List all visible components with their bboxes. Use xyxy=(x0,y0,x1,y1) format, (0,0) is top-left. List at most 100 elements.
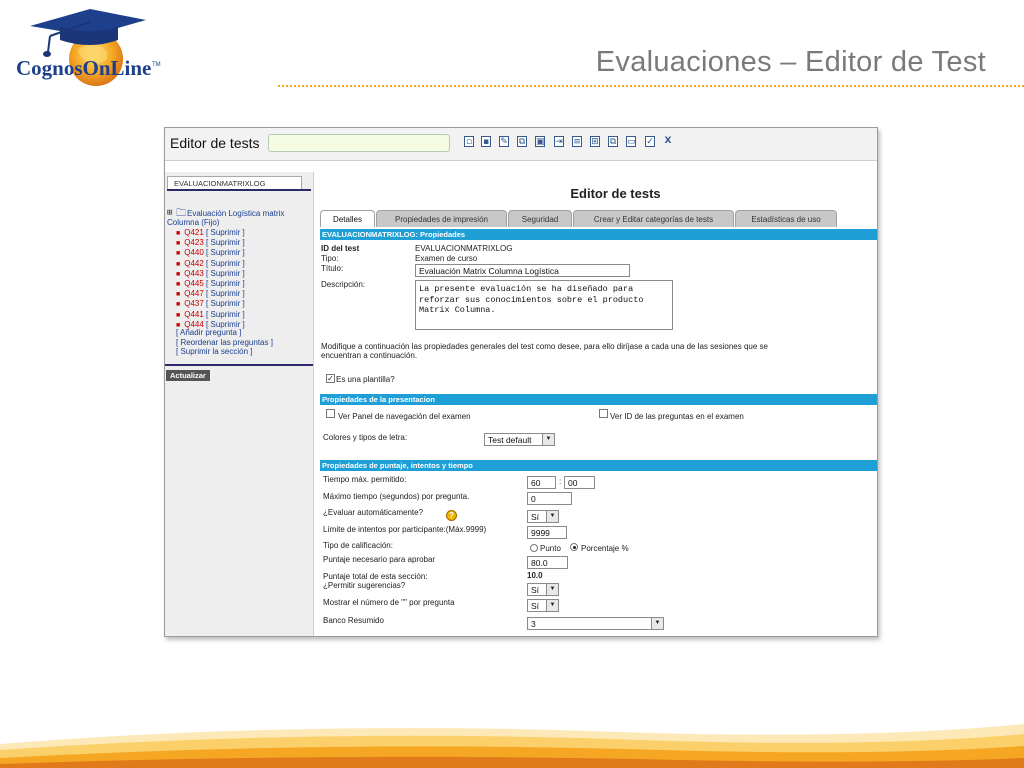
grade-type-label: Tipo de calificación: xyxy=(323,541,393,550)
question-link[interactable]: Q421 xyxy=(184,228,204,237)
duplicate-icon[interactable]: ⧉ xyxy=(608,136,618,147)
max-question-time-input[interactable]: 0 xyxy=(527,492,572,505)
footer-decoration xyxy=(0,724,1024,768)
tab-categories[interactable]: Crear y Editar categorías de tests xyxy=(573,210,734,227)
delete-question-link[interactable]: Suprimir xyxy=(211,248,241,257)
max-time-label: Tiempo máx. permitido: xyxy=(323,475,407,484)
type-label: Tipo: xyxy=(321,254,339,263)
question-link[interactable]: Q447 xyxy=(184,289,204,298)
toolbar: Editor de tests ▫ ▪ ✎ ⧉ ▣ ⇥ ≡ ⊞ ⧉ ▭ ✓ X xyxy=(165,128,877,161)
colors-label: Colores y tipos de letra: xyxy=(323,433,408,442)
question-item: ■ Q437 [ Suprimir ] xyxy=(176,299,245,309)
test-search-input[interactable] xyxy=(268,134,450,152)
grade-point-radio[interactable] xyxy=(530,544,538,552)
type-value: Examen de curso xyxy=(415,254,478,263)
info-text-line-2: encuentran a continuación. xyxy=(321,351,418,360)
edit-icon[interactable]: ✎ xyxy=(499,136,509,147)
chevron-down-icon: ▼ xyxy=(651,618,663,629)
new-doc-icon[interactable]: ▫ xyxy=(464,136,474,147)
show-number-label: Mostrar el número de "" por pregunta xyxy=(323,598,455,607)
check-icon[interactable]: ✓ xyxy=(645,136,655,147)
max-time-seconds-input[interactable]: 00 xyxy=(564,476,595,489)
bracket-close: ] xyxy=(240,248,245,258)
time-separator: : xyxy=(559,477,562,486)
tab-usage-stats[interactable]: Estadísticas de uso xyxy=(735,210,837,227)
description-textarea[interactable]: La presente evaluación se ha diseñado pa… xyxy=(415,280,673,330)
save-icon[interactable]: ▪ xyxy=(481,136,491,147)
delete-question-link[interactable]: Suprimir xyxy=(211,310,241,319)
colors-select-value: Test default xyxy=(488,435,532,445)
question-item: ■ Q445 [ Suprimir ] xyxy=(176,279,245,289)
delete-question-link[interactable]: Suprimir xyxy=(211,228,241,237)
presentation-header: Propiedades de la presentacion xyxy=(320,394,877,405)
info-text-line-1: Modifique a continuación las propiedades… xyxy=(321,342,768,351)
delete-question-link[interactable]: Suprimir xyxy=(211,238,241,247)
delete-question-link[interactable]: Suprimir xyxy=(211,269,241,278)
grade-percent-label: Porcentaje % xyxy=(581,544,629,553)
close-x-icon[interactable]: X xyxy=(663,136,673,147)
question-link[interactable]: Q423 xyxy=(184,238,204,247)
grade-percent-radio[interactable] xyxy=(570,543,578,551)
total-score-value: 10.0 xyxy=(527,571,543,580)
question-link[interactable]: Q445 xyxy=(184,279,204,288)
bracket-close: ] xyxy=(240,279,245,289)
folder-icon[interactable]: ▭ xyxy=(626,136,636,147)
show-ids-checkbox[interactable] xyxy=(599,409,608,418)
pass-score-input[interactable]: 80.0 xyxy=(527,556,568,569)
show-number-select[interactable]: Sí ▼ xyxy=(527,599,559,612)
template-checkbox[interactable]: ✓ xyxy=(326,374,335,383)
document-icon[interactable]: ≡ xyxy=(572,136,582,147)
update-button[interactable]: Actualizar xyxy=(166,370,210,381)
tree-icon[interactable]: ⊞ xyxy=(590,136,600,147)
help-icon[interactable]: ? xyxy=(446,510,457,521)
max-time-minutes-input[interactable]: 60 xyxy=(527,476,556,489)
sidebar-tab[interactable]: EVALUACIONMATRIXLOG xyxy=(167,176,302,189)
bullet-icon: ■ xyxy=(176,281,181,289)
nav-panel-checkbox[interactable] xyxy=(326,409,335,418)
bank-select[interactable]: 3 ▼ xyxy=(527,617,664,630)
question-link[interactable]: Q443 xyxy=(184,269,204,278)
chevron-down-icon: ▼ xyxy=(542,434,554,445)
tree-root-label[interactable]: Evaluación Logística matrix Columna (Fij… xyxy=(167,209,311,227)
question-link[interactable]: Q440 xyxy=(184,248,204,257)
template-label: Es una plantilla? xyxy=(336,375,395,384)
delete-question-link[interactable]: Suprimir xyxy=(211,299,241,308)
bullet-icon: ■ xyxy=(176,291,181,299)
add-question-link[interactable]: [ Añadir pregunta ] xyxy=(176,328,273,338)
properties-header: EVALUACIONMATRIXLOG: Propiedades xyxy=(320,229,877,240)
tab-details[interactable]: Detalles xyxy=(320,210,375,227)
hints-value: Sí xyxy=(531,585,540,595)
auto-evaluate-select[interactable]: Sí ▼ xyxy=(527,510,559,523)
colors-select[interactable]: Test default ▼ xyxy=(484,433,555,446)
pass-score-label: Puntaje necesario para aprobar xyxy=(323,555,436,564)
svg-text:TM: TM xyxy=(152,62,161,68)
chevron-down-icon: ▼ xyxy=(546,584,558,595)
delete-question-link[interactable]: Suprimir xyxy=(211,279,241,288)
bracket-close: ] xyxy=(240,258,245,268)
delete-question-link[interactable]: Suprimir xyxy=(211,289,241,298)
copy-icon[interactable]: ⧉ xyxy=(517,136,527,147)
delete-section-link[interactable]: [ Suprimir la sección ] xyxy=(176,347,273,357)
question-link[interactable]: Q442 xyxy=(184,259,204,268)
bullet-icon: ■ xyxy=(176,240,181,248)
test-id-value: EVALUACIONMATRIXLOG xyxy=(415,244,513,253)
sidebar-actions: [ Añadir pregunta ] [ Reordenar las preg… xyxy=(176,328,273,357)
max-question-time-label: Máximo tiempo (segundos) por pregunta. xyxy=(323,492,470,501)
attempts-input[interactable]: 9999 xyxy=(527,526,567,539)
delete-icon[interactable]: ▣ xyxy=(535,136,545,147)
title-input[interactable]: Evaluación Matrix Columna Logística xyxy=(415,264,630,277)
hints-select[interactable]: Sí ▼ xyxy=(527,583,559,596)
show-number-value: Sí xyxy=(531,601,540,611)
cognosonline-logo: CognosOnLine TM xyxy=(16,9,161,86)
bracket-close: ] xyxy=(240,289,245,299)
delete-question-link[interactable]: Suprimir xyxy=(211,259,241,268)
question-link[interactable]: Q441 xyxy=(184,310,204,319)
toolbar-label: Editor de tests xyxy=(170,135,260,151)
hints-label: ¿Permitir sugerencias? xyxy=(323,581,406,590)
tab-security[interactable]: Seguridad xyxy=(508,210,572,227)
question-link[interactable]: Q437 xyxy=(184,299,204,308)
export-icon[interactable]: ⇥ xyxy=(554,136,564,147)
tab-print-properties[interactable]: Propiedades de impresión xyxy=(376,210,507,227)
reorder-questions-link[interactable]: [ Reordenar las preguntas ] xyxy=(176,338,273,348)
bullet-icon: ■ xyxy=(176,311,181,319)
